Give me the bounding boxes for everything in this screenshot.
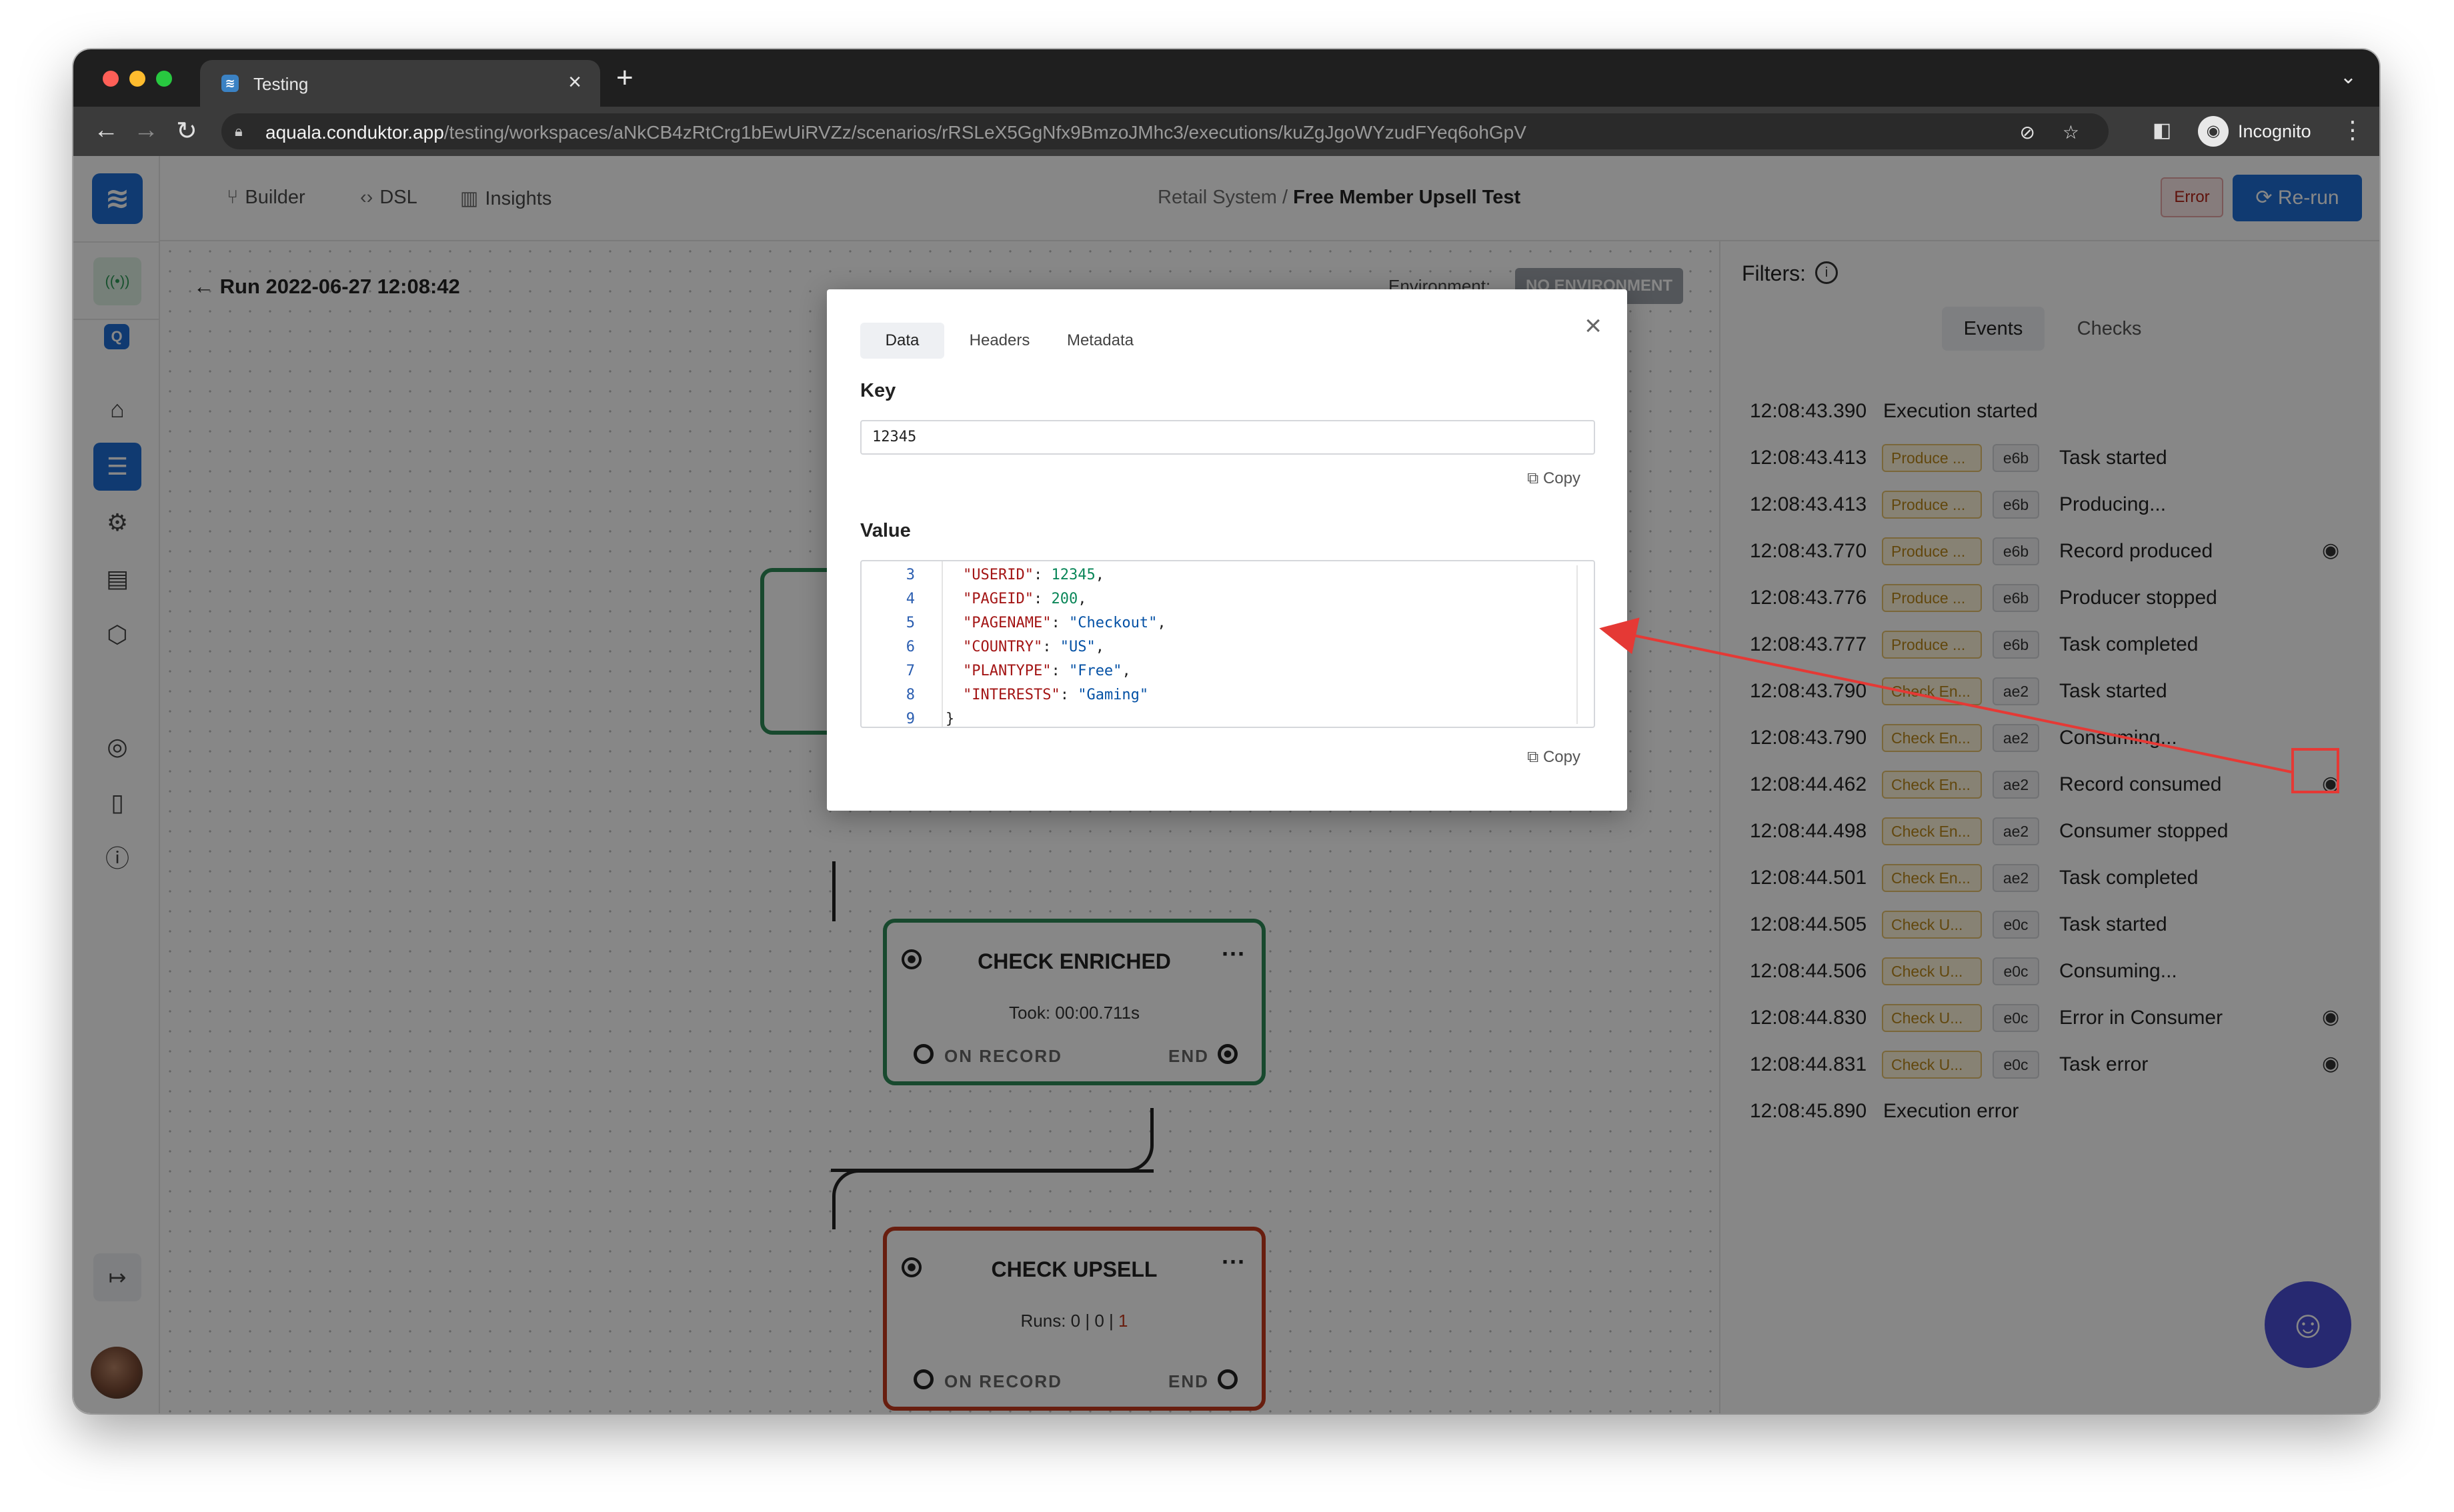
tab-metadata[interactable]: Metadata xyxy=(1054,323,1147,359)
incognito-icon[interactable]: ◉ xyxy=(2198,116,2229,147)
line-number: 9 xyxy=(906,711,915,727)
code-text: "PAGENAME": "Checkout", xyxy=(963,615,1166,631)
code-line: 4 "PAGEID": 200, xyxy=(862,591,1582,615)
key-field[interactable]: 12345 xyxy=(860,420,1595,455)
browser-menu-icon[interactable]: ⋮ xyxy=(2341,116,2365,144)
code-line: 9} xyxy=(862,711,1582,727)
tab-title: Testing xyxy=(253,74,309,94)
maximize-window-button[interactable] xyxy=(156,71,172,87)
code-text: "PLANTYPE": "Free", xyxy=(963,663,1131,679)
record-details-modal: Data Headers Metadata × Key 12345 ⧉ Copy… xyxy=(827,289,1627,811)
url-text: aquala.conduktor.app/testing/workspaces/… xyxy=(265,122,1526,143)
browser-toolbar: ← → ↻ 🔒︎ aquala.conduktor.app/testing/wo… xyxy=(73,107,2379,156)
code-line: 6 "COUNTRY": "US", xyxy=(862,639,1582,663)
side-panel-icon[interactable]: ◧ xyxy=(2153,119,2171,142)
line-number: 6 xyxy=(906,639,915,655)
code-text: "COUNTRY": "US", xyxy=(963,639,1104,655)
line-number: 4 xyxy=(906,591,915,607)
code-text: "USERID": 12345, xyxy=(963,567,1104,583)
line-number: 3 xyxy=(906,567,915,583)
browser-tab[interactable]: ≋ Testing × xyxy=(200,60,600,107)
close-window-button[interactable] xyxy=(103,71,119,87)
line-number: 8 xyxy=(906,687,915,703)
code-text: } xyxy=(946,711,955,727)
forward-arrow-icon[interactable]: → xyxy=(133,116,159,145)
new-tab-icon[interactable]: + xyxy=(616,61,634,95)
bookmark-star-icon[interactable]: ☆ xyxy=(2063,121,2079,143)
copy-icon: ⧉ xyxy=(1527,748,1539,766)
line-number: 5 xyxy=(906,615,915,631)
close-icon[interactable]: × xyxy=(1584,309,1602,343)
code-text: "PAGEID": 200, xyxy=(963,591,1087,607)
code-line: 8 "INTERESTS": "Gaming" xyxy=(862,687,1582,711)
copy-value-button[interactable]: ⧉ Copy xyxy=(1527,748,1580,767)
key-label: Key xyxy=(860,380,896,401)
incognito-label[interactable]: Incognito xyxy=(2238,121,2311,142)
tab-strip: ≋ Testing × + ⌄ xyxy=(73,49,2379,107)
line-number: 7 xyxy=(906,663,915,679)
close-tab-icon[interactable]: × xyxy=(568,69,581,95)
tab-headers[interactable]: Headers xyxy=(958,323,1042,359)
code-line: 3 "USERID": 12345, xyxy=(862,567,1582,591)
copy-icon: ⧉ xyxy=(1527,469,1539,487)
value-code-editor[interactable]: 3 "USERID": 12345, 4 "PAGEID": 200, 5 "PAGENA… xyxy=(860,560,1595,728)
chevron-down-icon[interactable]: ⌄ xyxy=(2340,65,2357,89)
tab-data[interactable]: Data xyxy=(860,323,944,359)
conduktor-favicon-icon: ≋ xyxy=(221,75,239,92)
back-arrow-icon[interactable]: ← xyxy=(93,116,119,145)
address-bar[interactable]: 🔒︎ aquala.conduktor.app/testing/workspac… xyxy=(221,113,2109,149)
code-line: 7 "PLANTYPE": "Free", xyxy=(862,663,1582,687)
scrollbar[interactable] xyxy=(1576,565,1584,724)
value-label: Value xyxy=(860,520,911,541)
lock-icon: 🔒︎ xyxy=(235,123,243,139)
code-line: 5 "PAGENAME": "Checkout", xyxy=(862,615,1582,639)
code-text: "INTERESTS": "Gaming" xyxy=(963,687,1149,703)
eye-off-icon[interactable]: ⊘ xyxy=(2020,121,2035,143)
minimize-window-button[interactable] xyxy=(129,71,145,87)
copy-key-button[interactable]: ⧉ Copy xyxy=(1527,469,1580,488)
annotation-highlight-box xyxy=(2291,748,2339,793)
reload-icon[interactable]: ↻ xyxy=(176,116,197,146)
